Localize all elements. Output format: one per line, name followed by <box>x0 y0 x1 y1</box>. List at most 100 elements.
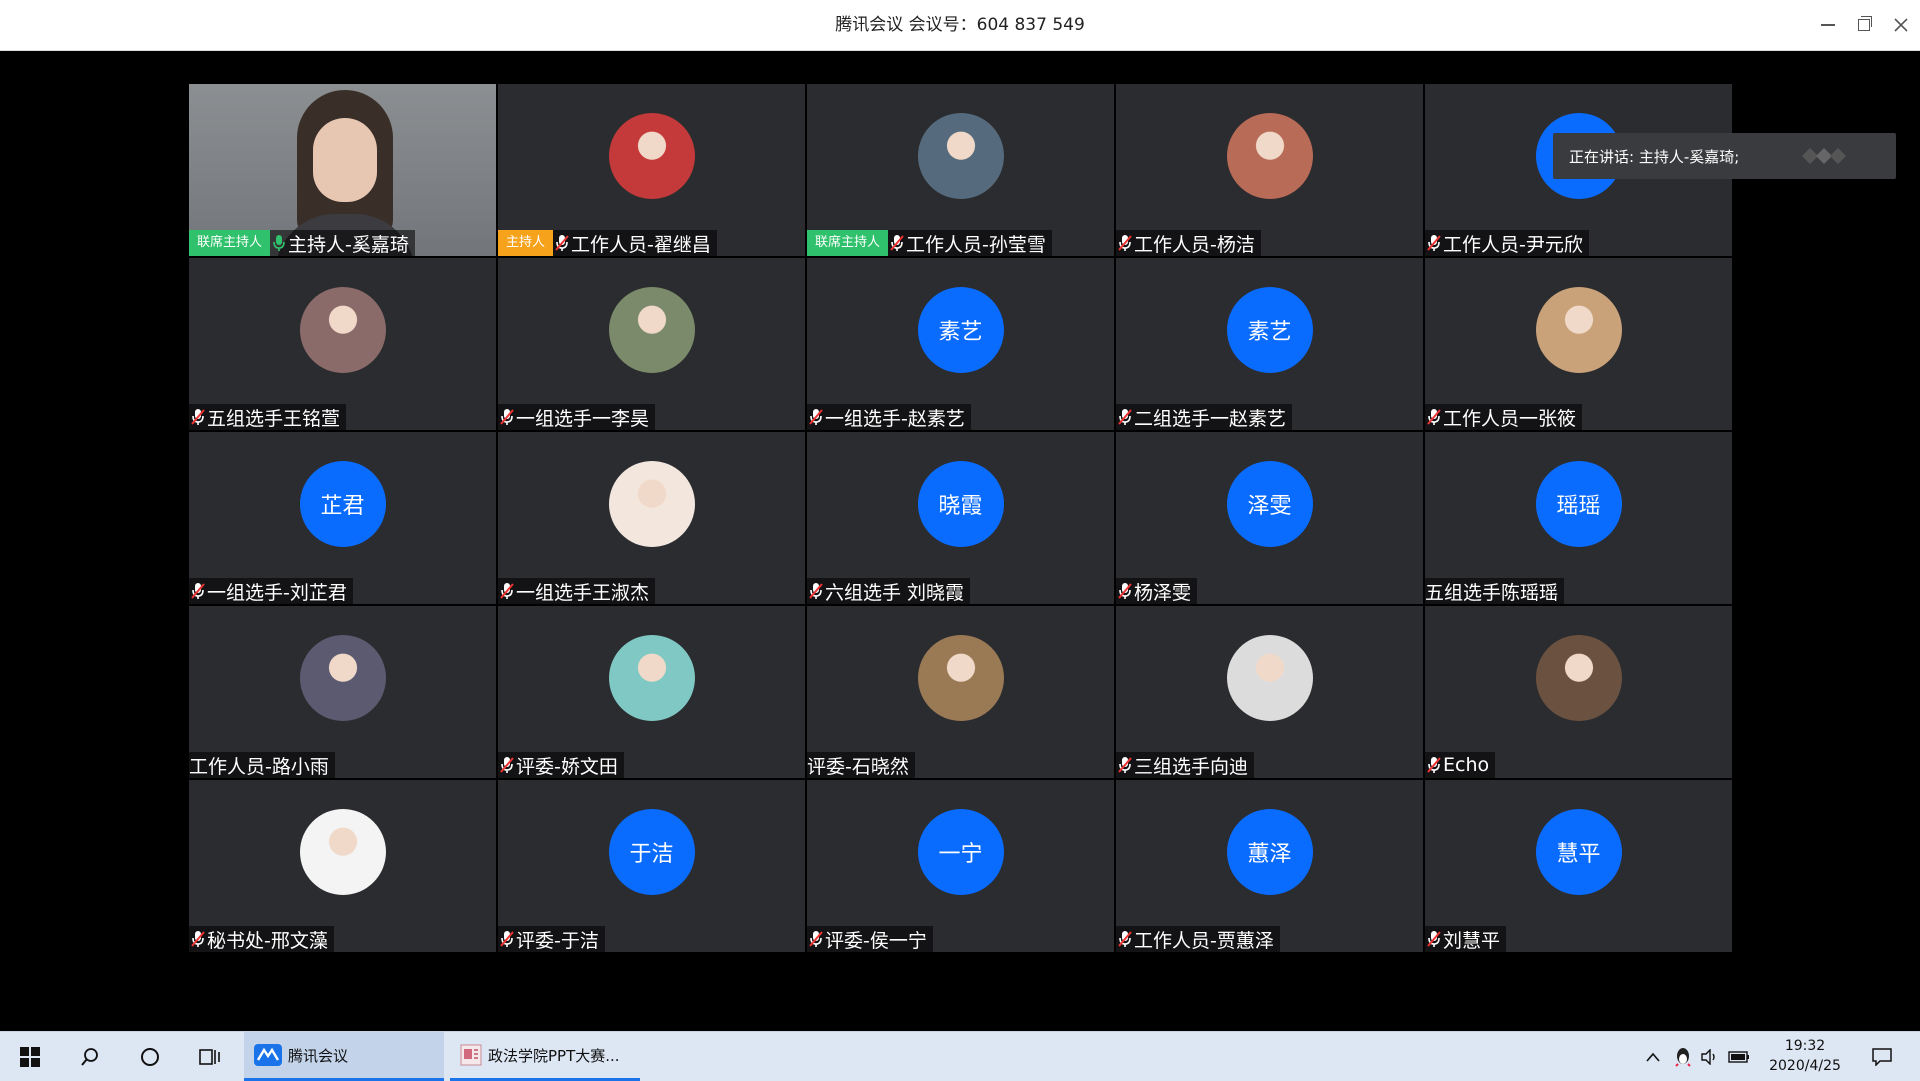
participant-tile[interactable]: 慧平 刘慧平 <box>1425 780 1732 952</box>
avatar-initials: 素艺 <box>1226 287 1313 373</box>
avatar-initials: 晓霞 <box>917 461 1004 547</box>
name-plate: 五组选手陈瑶瑶 <box>1425 578 1565 604</box>
qq-icon <box>1675 1047 1691 1067</box>
participant-name: 评委-石晓然 <box>807 755 909 778</box>
participant-tile[interactable]: 于洁 评委-于洁 <box>498 780 805 952</box>
avatar-initials: 素艺 <box>917 287 1004 373</box>
close-button[interactable] <box>1886 10 1916 40</box>
participant-tile[interactable]: 蕙泽工作人员-贾蕙泽 <box>1116 780 1423 952</box>
name-plate: 六组选手 刘晓霞 <box>807 578 971 604</box>
mic-muted-icon <box>1425 404 1443 430</box>
avatar <box>917 113 1004 199</box>
participant-tile[interactable]: 评委-石晓然 <box>807 606 1114 778</box>
participant-name: 评委-于洁 <box>516 929 599 952</box>
participant-tile[interactable]: 一宁评委-侯一宁 <box>807 780 1114 952</box>
name-plate: 一组选手-刘芷君 <box>189 578 353 604</box>
participant-name: Echo <box>1443 754 1490 776</box>
name-plate: 联席主持人 工作人员-孙莹雪 <box>807 230 1052 256</box>
clock[interactable]: 19:32 2020/4/25 <box>1760 1036 1850 1076</box>
participant-tile[interactable]: 秘书处-邢文藻 <box>189 780 496 952</box>
participant-name: 六组选手 刘晓霞 <box>825 581 965 604</box>
avatar-text: 蕙泽 <box>1247 842 1292 867</box>
participant-tile[interactable]: 工作人员-杨洁 <box>1116 84 1423 256</box>
participant-name: 一组选手王淑杰 <box>516 581 650 604</box>
participant-tile[interactable]: 工作人员一张筱 <box>1425 258 1732 430</box>
participant-tile[interactable]: 泽雯 杨泽雯 <box>1116 432 1423 604</box>
participant-grid: 联席主持人 主持人-奚嘉琦 主持人 工作人员-翟继昌 联席主持人 工作人员-孙莹雪 工作人员… <box>189 84 1732 952</box>
taskbar-app-tencent-meeting[interactable]: 腾讯会议 <box>244 1032 444 1081</box>
participant-tile[interactable]: 素艺二组选手一赵素艺 <box>1116 258 1423 430</box>
cortana-button[interactable] <box>120 1032 180 1081</box>
avatar <box>917 635 1004 721</box>
name-plate: 杨泽雯 <box>1116 578 1198 604</box>
window-title: 腾讯会议 会议号：604 837 549 <box>835 15 1085 35</box>
participant-tile[interactable]: 主持人 工作人员-翟继昌 <box>498 84 805 256</box>
name-plate: 工作人员一张筱 <box>1425 404 1583 430</box>
windows-icon <box>20 1046 40 1067</box>
participant-name: 工作人员-路小雨 <box>189 755 329 778</box>
name-plate: 工作人员-贾蕙泽 <box>1116 926 1280 952</box>
participant-tile[interactable]: 五组选手王铭萱 <box>189 258 496 430</box>
avatar-text: 素艺 <box>1247 320 1292 345</box>
participant-name: 工作人员-翟继昌 <box>571 233 711 256</box>
participant-tile[interactable]: Echo <box>1425 606 1732 778</box>
participant-tile[interactable]: 素艺一组选手-赵素艺 <box>807 258 1114 430</box>
participant-tile[interactable]: 芷君一组选手-刘芷君 <box>189 432 496 604</box>
mic-muted-icon <box>1425 752 1443 778</box>
show-hidden-icons-button[interactable] <box>1640 1032 1666 1081</box>
participant-tile[interactable]: 三组选手向迪 <box>1116 606 1423 778</box>
participant-tile[interactable]: 联席主持人 工作人员-孙莹雪 <box>807 84 1114 256</box>
avatar <box>299 809 386 895</box>
minimize-button[interactable] <box>1813 10 1843 40</box>
avatar <box>1226 635 1313 721</box>
mic-muted-icon <box>807 404 825 430</box>
participant-tile[interactable]: 评委-娇文田 <box>498 606 805 778</box>
mic-muted-icon <box>498 926 516 952</box>
participant-tile[interactable]: 工作人员-路小雨 <box>189 606 496 778</box>
participant-name: 一组选手一李昊 <box>516 407 650 430</box>
participant-tile[interactable]: 一组选手王淑杰 <box>498 432 805 604</box>
avatar-initials: 一宁 <box>917 809 1004 895</box>
taskbar: 腾讯会议 政法学院PPT大赛... 19:32 2020/4/25 <box>0 1031 1920 1081</box>
task-view-button[interactable] <box>180 1032 240 1081</box>
start-button[interactable] <box>0 1032 60 1081</box>
participant-name: 五组选手陈瑶瑶 <box>1425 581 1559 604</box>
taskbar-app-label: 政法学院PPT大赛... <box>488 1046 620 1065</box>
name-plate: 二组选手一赵素艺 <box>1116 404 1293 430</box>
role-badge: 联席主持人 <box>807 230 889 256</box>
avatar-initials: 芷君 <box>299 461 386 547</box>
battery-button[interactable] <box>1724 1032 1754 1081</box>
restore-button[interactable] <box>1849 10 1879 40</box>
participant-tile[interactable]: 联席主持人 主持人-奚嘉琦 <box>189 84 496 256</box>
participant-tile[interactable]: 晓霞六组选手 刘晓霞 <box>807 432 1114 604</box>
speaking-text: 正在讲话: 主持人-奚嘉琦; <box>1569 147 1740 166</box>
avatar-initials: 蕙泽 <box>1226 809 1313 895</box>
participant-name: 评委-侯一宁 <box>825 929 927 952</box>
battery-icon <box>1728 1050 1749 1063</box>
participant-tile[interactable]: 瑶瑶五组选手陈瑶瑶 <box>1425 432 1732 604</box>
search-button[interactable] <box>60 1032 120 1081</box>
signal-icon <box>1802 148 1846 164</box>
participant-name: 评委-娇文田 <box>516 755 618 778</box>
mic-muted-icon <box>498 752 516 778</box>
participant-name: 三组选手向迪 <box>1134 755 1249 778</box>
volume-button[interactable] <box>1697 1032 1723 1081</box>
avatar-text: 瑶瑶 <box>1556 494 1601 519</box>
speaking-indicator: 正在讲话: 主持人-奚嘉琦; <box>1553 133 1896 179</box>
avatar <box>1535 635 1622 721</box>
name-plate: 联席主持人 主持人-奚嘉琦 <box>189 230 415 256</box>
title-bar: 腾讯会议 会议号：604 837 549 <box>0 0 1920 51</box>
participant-tile[interactable]: 一组选手一李昊 <box>498 258 805 430</box>
mic-muted-icon <box>189 578 207 604</box>
taskbar-app-presentation[interactable]: 政法学院PPT大赛... <box>450 1032 640 1081</box>
qq-tray-button[interactable] <box>1670 1032 1696 1081</box>
mic-muted-icon <box>807 926 825 952</box>
cortana-icon <box>141 1047 159 1066</box>
participant-name: 一组选手-赵素艺 <box>825 407 965 430</box>
participant-name: 杨泽雯 <box>1134 581 1192 604</box>
avatar <box>1535 287 1622 373</box>
role-badge: 联席主持人 <box>189 230 271 256</box>
notifications-button[interactable] <box>1862 1032 1902 1081</box>
avatar-text: 素艺 <box>938 320 983 345</box>
avatar <box>1226 113 1313 199</box>
